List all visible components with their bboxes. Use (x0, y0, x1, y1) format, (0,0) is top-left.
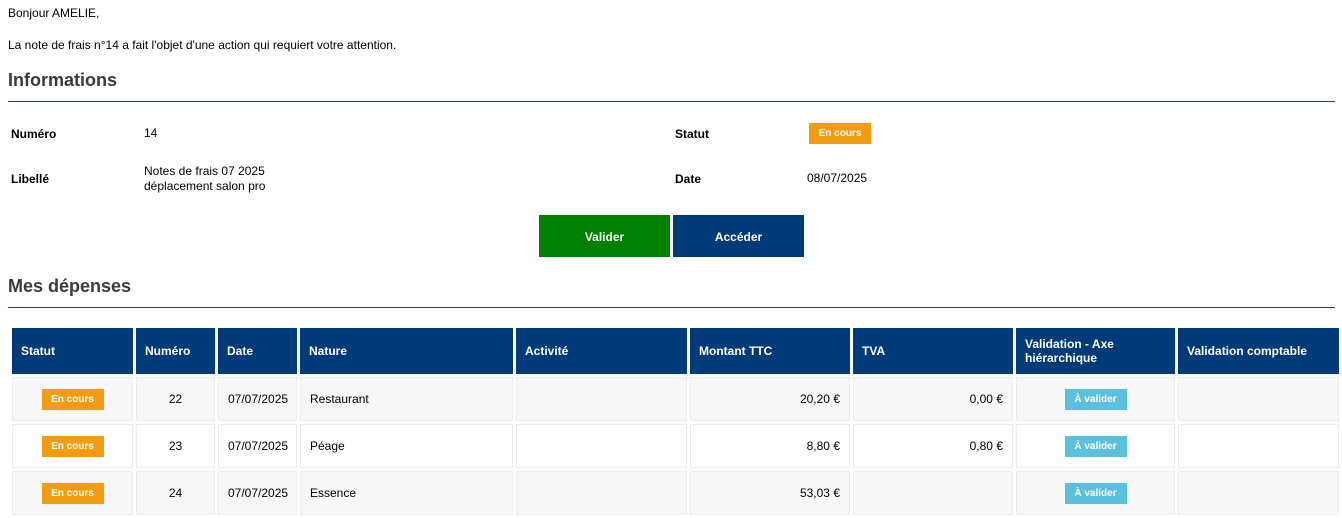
row-nature: Péage (300, 424, 513, 468)
row-nature: Essence (300, 471, 513, 515)
libelle-label: Libellé (11, 172, 50, 186)
row-date: 07/07/2025 (218, 471, 297, 515)
header-validation-comptable: Validation comptable (1178, 328, 1339, 374)
row-status-badge: En cours (41, 482, 104, 504)
row-validation-badge: À valider (1064, 482, 1127, 504)
date-value: 08/07/2025 (807, 171, 868, 185)
row-nature: Restaurant (300, 377, 513, 421)
libelle-line-2: déplacement salon pro (144, 179, 266, 193)
greeting-text: Bonjour AMELIE, (8, 6, 100, 20)
row-tva (853, 471, 1013, 515)
header-activite: Activité (516, 328, 687, 374)
valider-button[interactable]: Valider (539, 215, 670, 257)
row-numero: 22 (136, 377, 215, 421)
row-validation-badge: À valider (1064, 435, 1127, 457)
date-label: Date (675, 172, 702, 186)
row-activite (516, 424, 687, 468)
depenses-divider (8, 307, 1335, 308)
informations-title: Informations (8, 70, 118, 90)
row-montant: 20,20 € (690, 377, 850, 421)
row-status-badge: En cours (41, 388, 104, 410)
header-statut: Statut (12, 328, 133, 374)
row-status-badge: En cours (41, 435, 104, 457)
row-activite (516, 377, 687, 421)
table-row: En cours 22 07/07/2025 Restaurant 20,20 … (12, 377, 1339, 421)
row-montant: 8,80 € (690, 424, 850, 468)
row-activite (516, 471, 687, 515)
numero-value: 14 (144, 126, 158, 140)
header-validation-axe: Validation - Axe hiérarchique (1016, 328, 1175, 374)
status-badge: En cours (809, 123, 871, 144)
row-validation-comptable (1178, 471, 1339, 515)
statut-label: Statut (675, 127, 709, 141)
row-tva: 0,00 € (853, 377, 1013, 421)
table-header-row: Statut Numéro Date Nature Activité Monta… (12, 328, 1339, 374)
header-numero: Numéro (136, 328, 215, 374)
table-row: En cours 23 07/07/2025 Péage 8,80 € 0,80… (12, 424, 1339, 468)
row-numero: 23 (136, 424, 215, 468)
header-date: Date (218, 328, 297, 374)
row-validation-comptable (1178, 377, 1339, 421)
row-validation-badge: À valider (1064, 388, 1127, 410)
intro-text: La note de frais n°14 a fait l'objet d'u… (8, 38, 397, 52)
row-validation-comptable (1178, 424, 1339, 468)
row-date: 07/07/2025 (218, 377, 297, 421)
row-tva: 0,80 € (853, 424, 1013, 468)
acceder-button[interactable]: Accéder (673, 215, 804, 257)
depenses-title: Mes dépenses (8, 276, 132, 296)
expenses-table: Statut Numéro Date Nature Activité Monta… (9, 325, 1342, 518)
informations-divider (8, 101, 1335, 102)
header-tva: TVA (853, 328, 1013, 374)
table-row: En cours 24 07/07/2025 Essence 53,03 € À… (12, 471, 1339, 515)
header-montant: Montant TTC (690, 328, 850, 374)
header-nature: Nature (300, 328, 513, 374)
row-numero: 24 (136, 471, 215, 515)
libelle-line-1: Notes de frais 07 2025 (144, 164, 265, 178)
row-date: 07/07/2025 (218, 424, 297, 468)
row-montant: 53,03 € (690, 471, 850, 515)
numero-label: Numéro (11, 127, 57, 141)
libelle-value: Notes de frais 07 2025 déplacement salon… (144, 164, 265, 194)
